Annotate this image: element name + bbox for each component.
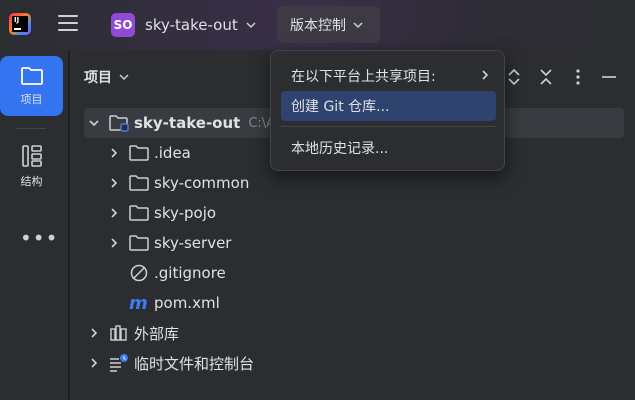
vcs-dropdown-menu: 在以下平台上共享项目: 创建 Git 仓库... 本地历史记录... [270, 50, 505, 171]
panel-actions [505, 67, 635, 87]
chevron-down-icon [119, 74, 129, 81]
project-badge: SO [111, 13, 135, 37]
chevron-down-icon [246, 22, 256, 29]
tree-label: 临时文件和控制台 [134, 354, 255, 373]
tree-label: .idea [154, 144, 191, 162]
tree-row-pom[interactable]: m pom.xml [84, 288, 635, 318]
folder-icon [20, 66, 43, 85]
tree-label: pom.xml [154, 294, 220, 312]
menu-item-label: 在以下平台上共享项目: [291, 69, 436, 85]
main-menu-icon[interactable] [58, 15, 78, 33]
menu-item-local-history[interactable]: 本地历史记录... [281, 133, 496, 163]
folder-icon [128, 233, 150, 253]
more-tools-icon[interactable]: ••• [20, 226, 58, 250]
tree-row-scratches[interactable]: 临时文件和控制台 [84, 348, 635, 378]
tree-row-gitignore[interactable]: .gitignore [84, 258, 635, 288]
tree-label: sky-server [154, 234, 232, 252]
chevron-right-icon[interactable] [104, 233, 124, 253]
tree-label: 外部库 [134, 324, 180, 343]
folder-icon [128, 203, 150, 223]
svg-text:m: m [129, 293, 148, 313]
folder-icon [128, 143, 150, 163]
chevron-right-icon[interactable] [104, 203, 124, 223]
project-switcher[interactable]: SO sky-take-out [103, 8, 265, 42]
tree-row-sky-server[interactable]: sky-server [84, 228, 635, 258]
project-name: sky-take-out [145, 16, 238, 34]
tree-row-external-libraries[interactable]: 外部库 [84, 318, 635, 348]
tool-project-label: 项目 [20, 92, 43, 106]
expand-all-icon[interactable] [505, 67, 523, 87]
menu-item-label: 创建 Git 仓库... [291, 99, 390, 115]
chevron-right-icon[interactable] [104, 143, 124, 163]
chevron-right-icon[interactable] [84, 323, 104, 343]
tool-project-button[interactable]: 项目 [0, 56, 63, 116]
tree-label: sky-take-out [134, 114, 241, 132]
library-icon [108, 323, 130, 343]
tool-structure-label: 结构 [20, 174, 43, 188]
scratches-icon [108, 353, 130, 373]
tree-label: sky-pojo [154, 204, 217, 222]
tree-row-sky-pojo[interactable]: sky-pojo [84, 198, 635, 228]
tool-structure-button[interactable]: 结构 [0, 136, 63, 196]
toolstrip-divider [16, 128, 46, 129]
chevron-right-icon[interactable] [104, 173, 124, 193]
project-view-selector[interactable]: 项目 [84, 67, 129, 87]
chevron-right-icon[interactable] [84, 353, 104, 373]
collapse-all-icon[interactable] [537, 67, 555, 87]
menu-item-label: 本地历史记录... [291, 141, 389, 157]
menu-item-share-project[interactable]: 在以下平台上共享项目: [281, 61, 496, 91]
ignore-file-icon [128, 263, 150, 283]
maven-icon: m [128, 293, 150, 313]
chevron-right-icon [482, 70, 489, 80]
tree-label: sky-common [154, 174, 250, 192]
hide-panel-icon[interactable] [599, 67, 619, 87]
tree-label: .gitignore [154, 264, 226, 282]
tree-row-sky-common[interactable]: sky-common [84, 168, 635, 198]
folder-icon [128, 173, 150, 193]
tool-window-strip: 项目 结构 ••• [0, 50, 69, 400]
structure-icon [21, 144, 42, 167]
options-icon[interactable] [569, 67, 587, 87]
menu-item-create-git-repo[interactable]: 创建 Git 仓库... [281, 91, 496, 121]
title-bar: IJ SO sky-take-out 版本控制 [0, 0, 635, 50]
menu-divider [281, 126, 496, 127]
vcs-menu-label: 版本控制 [290, 17, 346, 34]
chevron-down-icon [353, 21, 363, 28]
module-folder-icon [108, 113, 130, 133]
intellij-logo-icon[interactable]: IJ [9, 13, 31, 35]
chevron-down-icon[interactable] [84, 113, 104, 133]
vcs-menu-button[interactable]: 版本控制 [277, 6, 380, 43]
panel-title: 项目 [84, 70, 112, 86]
